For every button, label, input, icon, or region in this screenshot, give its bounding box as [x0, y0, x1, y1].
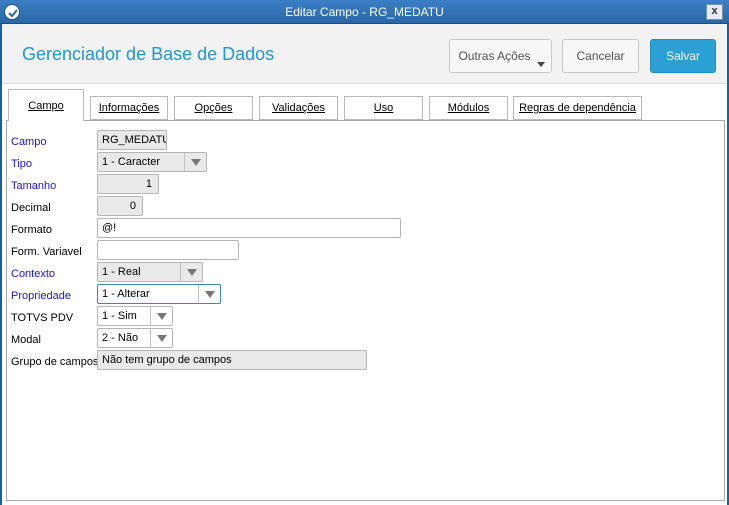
modal-value: 2 - Não: [102, 332, 139, 344]
more-actions-label: Outras Ações: [458, 49, 531, 63]
tab-uso[interactable]: Uso: [344, 96, 423, 120]
window-title: Editar Campo - RG_MEDATU: [285, 5, 444, 19]
tab-validacoes[interactable]: Validações: [259, 96, 338, 120]
more-actions-button[interactable]: Outras Ações: [449, 39, 552, 73]
chevron-down-icon: [157, 313, 167, 320]
chevron-down-icon: [537, 62, 545, 67]
decimal-field: 0: [97, 196, 143, 216]
header-bar: Gerenciador de Base de Dados Outras Açõe…: [2, 24, 727, 84]
contexto-select[interactable]: 1 - Real: [97, 262, 203, 282]
campo-label: Campo: [11, 136, 47, 148]
chevron-down-icon: [191, 159, 201, 166]
save-button[interactable]: Salvar: [650, 39, 716, 73]
tab-informacoes[interactable]: Informações: [90, 96, 168, 120]
totvs-pdv-dropdown[interactable]: [150, 307, 172, 325]
contexto-label: Contexto: [11, 268, 56, 280]
tipo-dropdown[interactable]: [184, 153, 206, 171]
totvs-pdv-value: 1 - Sim: [102, 310, 137, 322]
grupo-campos-label: Grupo de campos: [11, 356, 99, 368]
chevron-down-icon: [157, 335, 167, 342]
tipo-select[interactable]: 1 - Caracter: [97, 152, 207, 172]
tab-opcoes[interactable]: Opções: [174, 96, 253, 120]
close-icon[interactable]: x: [706, 4, 723, 20]
tipo-value: 1 - Caracter: [102, 156, 161, 168]
tamanho-field: 1: [97, 174, 159, 194]
formato-input[interactable]: @!: [97, 218, 401, 238]
edit-field-window: Gerenciador de Base de Dados Outras Açõe…: [2, 24, 727, 505]
page-title: Gerenciador de Base de Dados: [22, 44, 275, 64]
tab-campo[interactable]: Campo: [8, 89, 84, 121]
chevron-down-icon: [187, 269, 197, 276]
modal-label: Modal: [11, 334, 41, 346]
contexto-value: 1 - Real: [102, 266, 141, 278]
propriedade-dropdown[interactable]: [198, 285, 220, 303]
totvs-pdv-label: TOTVS PDV: [11, 312, 74, 324]
title-bar: Editar Campo - RG_MEDATU x: [0, 0, 729, 24]
campo-field: RG_MEDATU: [97, 130, 167, 150]
tab-bar: Campo Informações Opções Validações Uso …: [2, 84, 727, 122]
cancel-button[interactable]: Cancelar: [562, 39, 639, 73]
totvs-pdv-select[interactable]: 1 - Sim: [97, 306, 173, 326]
propriedade-select[interactable]: 1 - Alterar: [97, 284, 221, 304]
contexto-dropdown[interactable]: [180, 263, 202, 281]
tamanho-label: Tamanho: [11, 180, 57, 192]
propriedade-label: Propriedade: [11, 290, 71, 302]
tipo-label: Tipo: [11, 158, 32, 170]
tab-modulos[interactable]: Módulos: [429, 96, 508, 120]
formato-label: Formato: [11, 224, 52, 236]
campo-form-panel: Campo RG_MEDATU Tipo 1 - Caracter Tamanh…: [6, 120, 725, 501]
tab-regras-dependencia[interactable]: Regras de dependência: [513, 96, 642, 120]
grupo-campos-field[interactable]: Não tem grupo de campos: [97, 350, 367, 370]
propriedade-value: 1 - Alterar: [102, 288, 150, 300]
decimal-label: Decimal: [11, 202, 51, 214]
form-variavel-label: Form. Variavel: [11, 246, 82, 258]
form-variavel-input[interactable]: [97, 240, 239, 260]
modal-select[interactable]: 2 - Não: [97, 328, 173, 348]
chevron-down-icon: [205, 291, 215, 298]
modal-dropdown[interactable]: [150, 329, 172, 347]
